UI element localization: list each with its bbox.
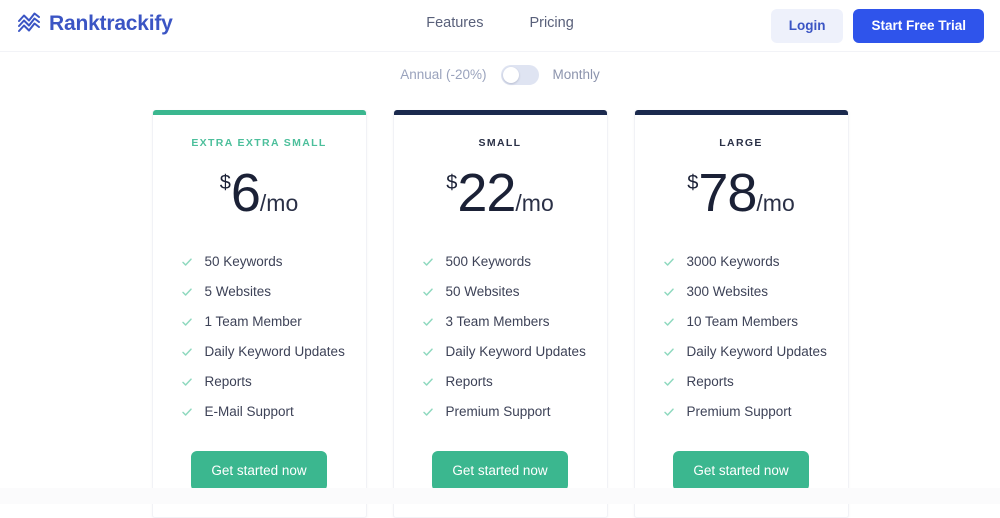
cta-wrap: Get started now bbox=[394, 451, 607, 491]
list-item: Daily Keyword Updates bbox=[422, 337, 607, 367]
plan-name: LARGE bbox=[719, 137, 763, 149]
price-currency: $ bbox=[446, 172, 458, 194]
feature-label: Reports bbox=[204, 374, 252, 390]
list-item: 50 Keywords bbox=[181, 247, 366, 277]
feature-list: 3000 Keywords 300 Websites 10 Team Membe… bbox=[635, 247, 848, 427]
list-item: 50 Websites bbox=[422, 277, 607, 307]
check-icon bbox=[181, 378, 192, 386]
feature-label: 50 Websites bbox=[445, 284, 520, 300]
list-item: Premium Support bbox=[422, 397, 607, 427]
header-actions: Login Start Free Trial bbox=[770, 9, 984, 43]
feature-label: Premium Support bbox=[686, 404, 792, 420]
check-icon bbox=[422, 408, 433, 416]
plan-price: $78/mo bbox=[635, 166, 848, 220]
list-item: Reports bbox=[663, 367, 848, 397]
billing-period-toggle[interactable] bbox=[500, 65, 539, 85]
check-icon bbox=[181, 318, 192, 326]
pricing-card-large: LARGE $78/mo 3000 Keywords 300 Websites … bbox=[633, 110, 849, 518]
get-started-button[interactable]: Get started now bbox=[191, 451, 327, 491]
feature-label: 5 Websites bbox=[204, 284, 272, 300]
price-amount: 78 bbox=[698, 163, 757, 223]
list-item: Reports bbox=[181, 367, 366, 397]
feature-label: Reports bbox=[686, 374, 734, 390]
feature-label: Daily Keyword Updates bbox=[686, 344, 827, 360]
cta-wrap: Get started now bbox=[153, 451, 366, 491]
check-icon bbox=[181, 408, 192, 416]
pricing-card-xxs: EXTRA EXTRA SMALL $6/mo 50 Keywords 5 We… bbox=[151, 110, 367, 518]
page-bottom-strip bbox=[0, 488, 1000, 504]
check-icon bbox=[422, 258, 433, 266]
nav-link-pricing[interactable]: Pricing bbox=[529, 16, 573, 31]
price-amount: 22 bbox=[457, 163, 516, 223]
feature-label: 10 Team Members bbox=[686, 314, 799, 330]
feature-label: 1 Team Member bbox=[204, 314, 302, 330]
price-currency: $ bbox=[687, 172, 699, 194]
check-icon bbox=[422, 318, 433, 326]
start-free-trial-button[interactable]: Start Free Trial bbox=[853, 9, 984, 43]
pricing-card-small: SMALL $22/mo 500 Keywords 50 Websites 3 … bbox=[392, 110, 608, 518]
list-item: Premium Support bbox=[663, 397, 848, 427]
list-item: Daily Keyword Updates bbox=[663, 337, 848, 367]
list-item: 500 Keywords bbox=[422, 247, 607, 277]
price-period: /mo bbox=[756, 190, 795, 216]
price-period: /mo bbox=[259, 190, 299, 216]
list-item: 3 Team Members bbox=[422, 307, 607, 337]
list-item: 300 Websites bbox=[663, 277, 848, 307]
price-currency: $ bbox=[219, 172, 231, 194]
feature-label: 3000 Keywords bbox=[686, 254, 780, 270]
list-item: Daily Keyword Updates bbox=[181, 337, 366, 367]
cta-wrap: Get started now bbox=[635, 451, 848, 491]
login-button[interactable]: Login bbox=[770, 9, 844, 43]
billing-label-monthly[interactable]: Monthly bbox=[553, 68, 600, 82]
feature-label: 50 Keywords bbox=[204, 254, 283, 270]
billing-toggle-row: Annual (-20%) Monthly bbox=[0, 62, 1000, 88]
billing-label-annual[interactable]: Annual (-20%) bbox=[400, 68, 486, 82]
list-item: Reports bbox=[422, 367, 607, 397]
get-started-button[interactable]: Get started now bbox=[673, 451, 809, 491]
plan-name: SMALL bbox=[478, 137, 522, 149]
feature-label: 500 Keywords bbox=[445, 254, 532, 270]
plan-name: EXTRA EXTRA SMALL bbox=[191, 137, 327, 149]
toggle-knob bbox=[502, 67, 519, 83]
plan-price: $6/mo bbox=[153, 166, 366, 220]
list-item: 3000 Keywords bbox=[663, 247, 848, 277]
list-item: 5 Websites bbox=[181, 277, 366, 307]
check-icon bbox=[422, 288, 433, 296]
check-icon bbox=[181, 348, 192, 356]
price-amount: 6 bbox=[230, 163, 261, 223]
feature-list: 50 Keywords 5 Websites 1 Team Member Dai… bbox=[153, 247, 366, 427]
check-icon bbox=[663, 378, 674, 386]
check-icon bbox=[663, 288, 674, 296]
feature-label: E-Mail Support bbox=[204, 404, 294, 420]
check-icon bbox=[663, 258, 674, 266]
pricing-page: Ranktrackify Features Pricing Login Star… bbox=[0, 0, 1000, 518]
feature-list: 500 Keywords 50 Websites 3 Team Members … bbox=[394, 247, 607, 427]
feature-label: Premium Support bbox=[445, 404, 551, 420]
check-icon bbox=[181, 288, 192, 296]
list-item: 10 Team Members bbox=[663, 307, 848, 337]
check-icon bbox=[422, 378, 433, 386]
check-icon bbox=[663, 318, 674, 326]
feature-label: 300 Websites bbox=[686, 284, 769, 300]
check-icon bbox=[181, 258, 192, 266]
list-item: 1 Team Member bbox=[181, 307, 366, 337]
card-accent-bar bbox=[634, 110, 848, 115]
price-period: /mo bbox=[515, 190, 554, 216]
feature-label: 3 Team Members bbox=[445, 314, 550, 330]
feature-label: Reports bbox=[445, 374, 493, 390]
get-started-button[interactable]: Get started now bbox=[432, 451, 568, 491]
feature-label: Daily Keyword Updates bbox=[445, 344, 586, 360]
check-icon bbox=[422, 348, 433, 356]
nav-link-features[interactable]: Features bbox=[426, 16, 483, 31]
check-icon bbox=[663, 348, 674, 356]
card-accent-bar bbox=[152, 110, 366, 115]
check-icon bbox=[663, 408, 674, 416]
feature-label: Daily Keyword Updates bbox=[204, 344, 345, 360]
site-header: Ranktrackify Features Pricing Login Star… bbox=[0, 0, 1000, 52]
pricing-cards: EXTRA EXTRA SMALL $6/mo 50 Keywords 5 We… bbox=[0, 110, 1000, 518]
card-accent-bar bbox=[393, 110, 607, 115]
list-item: E-Mail Support bbox=[181, 397, 366, 427]
plan-price: $22/mo bbox=[394, 166, 607, 220]
